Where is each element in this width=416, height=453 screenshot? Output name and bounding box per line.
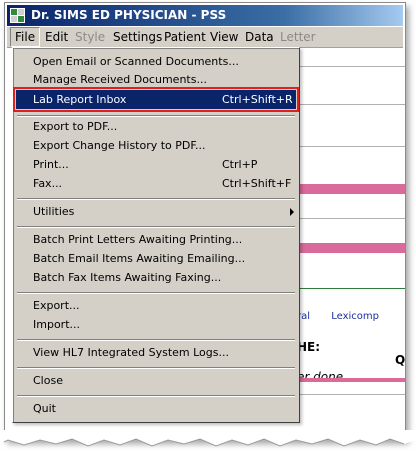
link-lexicomp[interactable]: Lexicomp — [331, 311, 379, 322]
menu-export-history-pdf[interactable]: Export Change History to PDF... — [16, 136, 296, 155]
menu-bar: File Edit Style Settings Patient View Da… — [7, 27, 403, 48]
menu-import[interactable]: Import... — [16, 315, 296, 334]
menu-separator — [17, 226, 295, 228]
app-icon — [10, 8, 25, 23]
menu-utilities[interactable]: Utilities — [16, 202, 296, 221]
resource-links: ral Lexicomp — [297, 311, 397, 322]
menu-open-email[interactable]: Open Email or Scanned Documents... — [16, 52, 296, 71]
divider — [297, 218, 405, 219]
divider — [297, 394, 405, 395]
menu-export-pdf[interactable]: Export to PDF... — [16, 117, 296, 136]
edge-text: Q — [395, 353, 406, 367]
submenu-arrow-icon — [290, 208, 294, 216]
menu-lab-report-inbox[interactable]: Lab Report Inbox Ctrl+Shift+R — [13, 87, 299, 112]
divider — [297, 288, 405, 289]
menu-separator — [17, 395, 295, 397]
window-title: Dr. SIMS ED PHYSICIAN - PSS — [31, 8, 227, 22]
menu-view[interactable]: View — [206, 28, 242, 46]
menu-separator — [17, 292, 295, 294]
section-bar — [297, 184, 405, 194]
menu-patient[interactable]: Patient — [160, 28, 210, 46]
section-bar — [297, 243, 405, 253]
file-menu-dropdown: Open Email or Scanned Documents... Manag… — [12, 47, 300, 423]
menu-data[interactable]: Data — [241, 28, 278, 46]
menu-batch-fax[interactable]: Batch Fax Items Awaiting Faxing... — [16, 268, 296, 287]
menu-close[interactable]: Close — [16, 371, 296, 390]
menu-separator — [17, 198, 295, 200]
menu-letter[interactable]: Letter — [276, 28, 320, 46]
menu-style[interactable]: Style — [71, 28, 109, 46]
menu-export[interactable]: Export... — [16, 296, 296, 315]
menu-separator — [17, 339, 295, 341]
menu-batch-email[interactable]: Batch Email Items Awaiting Emailing... — [16, 249, 296, 268]
section-heading: HE: — [297, 340, 321, 354]
menu-edit[interactable]: Edit — [41, 28, 72, 46]
menu-settings[interactable]: Settings — [109, 28, 166, 46]
divider — [297, 104, 405, 105]
window-title-bar[interactable]: Dr. SIMS ED PHYSICIAN - PSS — [7, 5, 403, 26]
menu-manage-received[interactable]: Manage Received Documents... — [16, 70, 296, 89]
menu-batch-print[interactable]: Batch Print Letters Awaiting Printing... — [16, 230, 296, 249]
menu-separator — [17, 367, 295, 369]
section-bar — [297, 378, 405, 382]
divider — [297, 66, 405, 67]
torn-edge — [0, 430, 416, 447]
menu-file[interactable]: File — [10, 27, 41, 47]
menu-print[interactable]: Print... Ctrl+P — [16, 155, 296, 174]
divider — [297, 146, 405, 147]
menu-quit[interactable]: Quit — [16, 399, 296, 418]
screenshot-frame: Dr. SIMS ED PHYSICIAN - PSS File Edit St… — [4, 2, 406, 440]
menu-view-hl7-logs[interactable]: View HL7 Integrated System Logs... — [16, 343, 296, 362]
menu-fax[interactable]: Fax... Ctrl+Shift+F — [16, 174, 296, 193]
